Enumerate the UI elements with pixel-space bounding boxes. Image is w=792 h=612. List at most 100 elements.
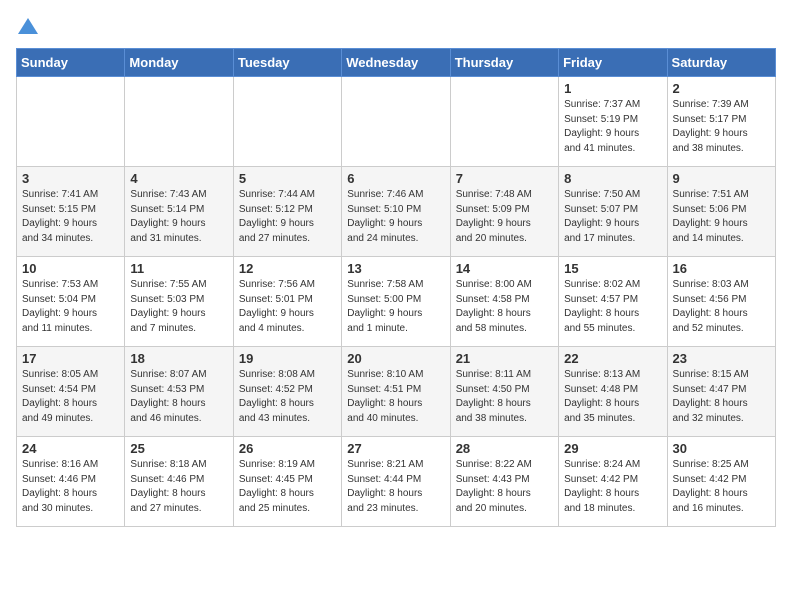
calendar-cell: 23 Sunrise: 8:15 AM Sunset: 4:47 PM Dayli…: [667, 347, 775, 437]
day-info: Sunrise: 8:03 AM Sunset: 4:56 PM Dayligh…: [673, 278, 770, 336]
calendar-cell: 8 Sunrise: 7:50 AM Sunset: 5:07 PM Daylig…: [559, 167, 667, 257]
day-header-tuesday: Tuesday: [233, 49, 341, 77]
calendar-cell: 29 Sunrise: 8:24 AM Sunset: 4:42 PM Dayli…: [559, 437, 667, 527]
day-info: Sunrise: 7:37 AM Sunset: 5:19 PM Dayligh…: [564, 98, 661, 156]
day-info: Sunrise: 7:48 AM Sunset: 5:09 PM Dayligh…: [456, 188, 553, 246]
calendar-cell: 24 Sunrise: 8:16 AM Sunset: 4:46 PM Dayli…: [17, 437, 125, 527]
day-info: Sunrise: 7:58 AM Sunset: 5:00 PM Dayligh…: [347, 278, 444, 336]
day-info: Sunrise: 8:16 AM Sunset: 4:46 PM Dayligh…: [22, 458, 119, 516]
day-info: Sunrise: 7:56 AM Sunset: 5:01 PM Dayligh…: [239, 278, 336, 336]
day-info: Sunrise: 7:51 AM Sunset: 5:06 PM Dayligh…: [673, 188, 770, 246]
day-number: 4: [130, 171, 227, 186]
day-number: 6: [347, 171, 444, 186]
calendar-cell: [342, 77, 450, 167]
week-row-1: 1 Sunrise: 7:37 AM Sunset: 5:19 PM Daylig…: [17, 77, 776, 167]
day-number: 13: [347, 261, 444, 276]
day-info: Sunrise: 8:13 AM Sunset: 4:48 PM Dayligh…: [564, 368, 661, 426]
calendar-cell: [450, 77, 558, 167]
calendar-cell: 30Sunrise: 8:25 AM Sunset: 4:42 PM Dayli…: [667, 437, 775, 527]
calendar-cell: 1 Sunrise: 7:37 AM Sunset: 5:19 PM Daylig…: [559, 77, 667, 167]
day-info: Sunrise: 7:39 AM Sunset: 5:17 PM Dayligh…: [673, 98, 770, 156]
calendar-cell: 9Sunrise: 7:51 AM Sunset: 5:06 PM Daylig…: [667, 167, 775, 257]
calendar-cell: 19 Sunrise: 8:08 AM Sunset: 4:52 PM Dayli…: [233, 347, 341, 437]
week-row-3: 10 Sunrise: 7:53 AM Sunset: 5:04 PM Dayli…: [17, 257, 776, 347]
calendar-cell: 3 Sunrise: 7:41 AM Sunset: 5:15 PM Daylig…: [17, 167, 125, 257]
calendar-table: SundayMondayTuesdayWednesdayThursdayFrid…: [16, 48, 776, 527]
day-info: Sunrise: 8:10 AM Sunset: 4:51 PM Dayligh…: [347, 368, 444, 426]
calendar-cell: 11 Sunrise: 7:55 AM Sunset: 5:03 PM Dayli…: [125, 257, 233, 347]
week-row-5: 24 Sunrise: 8:16 AM Sunset: 4:46 PM Dayli…: [17, 437, 776, 527]
calendar-cell: 25 Sunrise: 8:18 AM Sunset: 4:46 PM Dayli…: [125, 437, 233, 527]
day-info: Sunrise: 8:05 AM Sunset: 4:54 PM Dayligh…: [22, 368, 119, 426]
calendar-cell: 5 Sunrise: 7:44 AM Sunset: 5:12 PM Daylig…: [233, 167, 341, 257]
day-info: Sunrise: 7:53 AM Sunset: 5:04 PM Dayligh…: [22, 278, 119, 336]
day-info: Sunrise: 8:18 AM Sunset: 4:46 PM Dayligh…: [130, 458, 227, 516]
day-number: 14: [456, 261, 553, 276]
day-number: 23: [673, 351, 770, 366]
calendar-cell: [17, 77, 125, 167]
day-number: 1: [564, 81, 661, 96]
day-info: Sunrise: 8:11 AM Sunset: 4:50 PM Dayligh…: [456, 368, 553, 426]
day-number: 17: [22, 351, 119, 366]
calendar-cell: 13 Sunrise: 7:58 AM Sunset: 5:00 PM Dayli…: [342, 257, 450, 347]
day-number: 19: [239, 351, 336, 366]
day-info: Sunrise: 8:24 AM Sunset: 4:42 PM Dayligh…: [564, 458, 661, 516]
calendar-cell: 27Sunrise: 8:21 AM Sunset: 4:44 PM Dayli…: [342, 437, 450, 527]
day-info: Sunrise: 7:55 AM Sunset: 5:03 PM Dayligh…: [130, 278, 227, 336]
day-info: Sunrise: 7:46 AM Sunset: 5:10 PM Dayligh…: [347, 188, 444, 246]
calendar-cell: 18Sunrise: 8:07 AM Sunset: 4:53 PM Dayli…: [125, 347, 233, 437]
day-number: 11: [130, 261, 227, 276]
calendar-cell: 28Sunrise: 8:22 AM Sunset: 4:43 PM Dayli…: [450, 437, 558, 527]
day-number: 26: [239, 441, 336, 456]
day-info: Sunrise: 8:19 AM Sunset: 4:45 PM Dayligh…: [239, 458, 336, 516]
day-info: Sunrise: 8:21 AM Sunset: 4:44 PM Dayligh…: [347, 458, 444, 516]
calendar-header-row: SundayMondayTuesdayWednesdayThursdayFrid…: [17, 49, 776, 77]
day-number: 21: [456, 351, 553, 366]
calendar-cell: 14 Sunrise: 8:00 AM Sunset: 4:58 PM Dayli…: [450, 257, 558, 347]
day-info: Sunrise: 7:44 AM Sunset: 5:12 PM Dayligh…: [239, 188, 336, 246]
calendar-cell: 26 Sunrise: 8:19 AM Sunset: 4:45 PM Dayli…: [233, 437, 341, 527]
day-info: Sunrise: 8:07 AM Sunset: 4:53 PM Dayligh…: [130, 368, 227, 426]
calendar-cell: 16 Sunrise: 8:03 AM Sunset: 4:56 PM Dayli…: [667, 257, 775, 347]
day-info: Sunrise: 7:41 AM Sunset: 5:15 PM Dayligh…: [22, 188, 119, 246]
calendar-cell: 6 Sunrise: 7:46 AM Sunset: 5:10 PM Daylig…: [342, 167, 450, 257]
day-number: 3: [22, 171, 119, 186]
day-header-saturday: Saturday: [667, 49, 775, 77]
calendar-cell: 2 Sunrise: 7:39 AM Sunset: 5:17 PM Daylig…: [667, 77, 775, 167]
day-header-friday: Friday: [559, 49, 667, 77]
day-number: 16: [673, 261, 770, 276]
day-header-monday: Monday: [125, 49, 233, 77]
day-info: Sunrise: 8:00 AM Sunset: 4:58 PM Dayligh…: [456, 278, 553, 336]
day-info: Sunrise: 8:15 AM Sunset: 4:47 PM Dayligh…: [673, 368, 770, 426]
day-number: 15: [564, 261, 661, 276]
day-number: 24: [22, 441, 119, 456]
day-number: 12: [239, 261, 336, 276]
day-header-thursday: Thursday: [450, 49, 558, 77]
day-header-sunday: Sunday: [17, 49, 125, 77]
day-info: Sunrise: 7:43 AM Sunset: 5:14 PM Dayligh…: [130, 188, 227, 246]
day-number: 30: [673, 441, 770, 456]
day-info: Sunrise: 7:50 AM Sunset: 5:07 PM Dayligh…: [564, 188, 661, 246]
day-info: Sunrise: 8:02 AM Sunset: 4:57 PM Dayligh…: [564, 278, 661, 336]
calendar-cell: 12 Sunrise: 7:56 AM Sunset: 5:01 PM Dayli…: [233, 257, 341, 347]
calendar-cell: 21 Sunrise: 8:11 AM Sunset: 4:50 PM Dayli…: [450, 347, 558, 437]
day-number: 5: [239, 171, 336, 186]
day-number: 22: [564, 351, 661, 366]
day-number: 10: [22, 261, 119, 276]
day-number: 25: [130, 441, 227, 456]
day-info: Sunrise: 8:08 AM Sunset: 4:52 PM Dayligh…: [239, 368, 336, 426]
calendar-cell: [125, 77, 233, 167]
day-number: 20: [347, 351, 444, 366]
calendar-cell: 10 Sunrise: 7:53 AM Sunset: 5:04 PM Dayli…: [17, 257, 125, 347]
logo-icon: [16, 16, 40, 40]
calendar-cell: 15 Sunrise: 8:02 AM Sunset: 4:57 PM Dayli…: [559, 257, 667, 347]
day-number: 8: [564, 171, 661, 186]
day-number: 29: [564, 441, 661, 456]
calendar-cell: 20 Sunrise: 8:10 AM Sunset: 4:51 PM Dayli…: [342, 347, 450, 437]
day-info: Sunrise: 8:22 AM Sunset: 4:43 PM Dayligh…: [456, 458, 553, 516]
week-row-4: 17 Sunrise: 8:05 AM Sunset: 4:54 PM Dayli…: [17, 347, 776, 437]
calendar-cell: 22 Sunrise: 8:13 AM Sunset: 4:48 PM Dayli…: [559, 347, 667, 437]
day-number: 7: [456, 171, 553, 186]
day-number: 2: [673, 81, 770, 96]
calendar-cell: 7 Sunrise: 7:48 AM Sunset: 5:09 PM Daylig…: [450, 167, 558, 257]
